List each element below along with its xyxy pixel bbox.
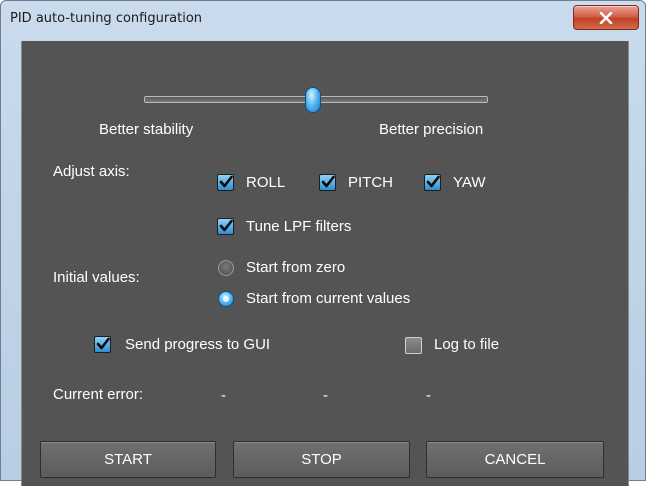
close-button[interactable] xyxy=(573,5,639,30)
start-from-zero-label[interactable]: Start from zero xyxy=(246,259,345,276)
current-error-yaw-value: - xyxy=(426,387,431,404)
current-error-label: Current error: xyxy=(53,386,144,403)
tune-lpf-label[interactable]: Tune LPF filters xyxy=(246,218,351,235)
send-progress-checkbox[interactable] xyxy=(94,336,111,353)
checkmark-icon xyxy=(321,175,335,188)
title-bar[interactable]: PID auto-tuning configuration xyxy=(1,1,645,41)
roll-checkbox[interactable] xyxy=(217,174,234,191)
log-to-file-label[interactable]: Log to file xyxy=(434,336,499,353)
yaw-checkbox[interactable] xyxy=(424,174,441,191)
start-from-current-label[interactable]: Start from current values xyxy=(246,290,410,307)
start-from-current-radio[interactable] xyxy=(218,291,234,307)
stability-precision-slider-thumb[interactable] xyxy=(304,87,321,113)
cancel-button[interactable]: CANCEL xyxy=(426,441,604,478)
log-to-file-checkbox[interactable] xyxy=(405,337,422,354)
slider-label-stability: Better stability xyxy=(99,121,194,138)
start-from-zero-radio[interactable] xyxy=(218,260,234,276)
checkmark-icon xyxy=(219,219,233,232)
window-title: PID auto-tuning configuration xyxy=(10,11,203,26)
roll-label[interactable]: ROLL xyxy=(246,174,285,191)
close-x-icon xyxy=(599,11,613,24)
send-progress-label[interactable]: Send progress to GUI xyxy=(125,336,270,353)
current-error-pitch-value: - xyxy=(323,387,328,404)
tune-lpf-checkbox[interactable] xyxy=(217,218,234,235)
current-error-roll-value: - xyxy=(221,387,226,404)
stop-button[interactable]: STOP xyxy=(233,441,410,478)
yaw-label[interactable]: YAW xyxy=(453,174,486,191)
start-button[interactable]: START xyxy=(40,441,216,478)
slider-label-precision: Better precision xyxy=(379,121,484,138)
dialog-content: Better stability Better precision Adjust… xyxy=(21,41,629,486)
checkmark-icon xyxy=(96,337,110,350)
checkmark-icon xyxy=(219,175,233,188)
checkmark-icon xyxy=(426,175,440,188)
pitch-label[interactable]: PITCH xyxy=(348,174,393,191)
adjust-axis-label: Adjust axis: xyxy=(53,163,130,180)
initial-values-label: Initial values: xyxy=(53,269,140,286)
pitch-checkbox[interactable] xyxy=(319,174,336,191)
dialog-window: PID auto-tuning configuration Better sta… xyxy=(0,0,646,486)
